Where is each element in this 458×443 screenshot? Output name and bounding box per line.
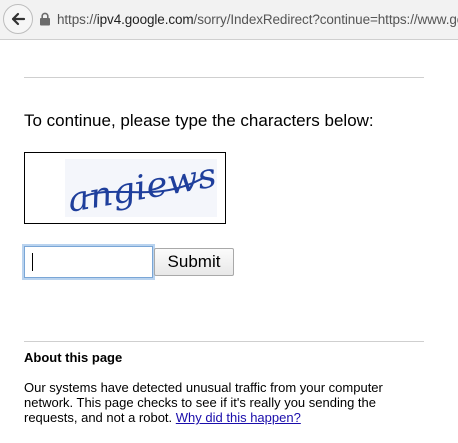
url-path: /sorry/IndexRedirect?continue=https://ww… xyxy=(193,12,458,27)
back-button[interactable] xyxy=(3,4,33,34)
why-did-this-happen-link[interactable]: Why did this happen? xyxy=(176,410,301,425)
about-line-3-text: requests, and not a robot. xyxy=(24,410,176,425)
lock-icon xyxy=(40,12,50,26)
about-text: Our systems have detected unusual traffi… xyxy=(24,380,444,425)
back-arrow-icon xyxy=(11,12,26,26)
url-host: ipv4.google.com xyxy=(96,12,194,27)
url-field[interactable]: https://ipv4.google.com/sorry/IndexRedir… xyxy=(37,8,458,32)
top-divider xyxy=(24,77,424,78)
bottom-divider xyxy=(24,341,424,342)
url-text: https://ipv4.google.com/sorry/IndexRedir… xyxy=(57,12,458,27)
text-caret xyxy=(32,253,33,271)
about-heading: About this page xyxy=(24,350,123,365)
captcha-prompt: To continue, please type the characters … xyxy=(24,111,374,130)
captcha-image: angiews xyxy=(24,152,226,224)
about-line-1: Our systems have detected unusual traffi… xyxy=(24,380,383,395)
url-scheme: https:// xyxy=(57,12,97,27)
about-line-2: network. This page checks to see if it's… xyxy=(24,395,376,410)
captcha-answer-input[interactable] xyxy=(24,246,153,278)
captcha-graphic: angiews xyxy=(65,155,220,220)
submit-button[interactable]: Submit xyxy=(154,248,234,276)
about-line-3: requests, and not a robot. Why did this … xyxy=(24,410,444,425)
browser-address-bar: https://ipv4.google.com/sorry/IndexRedir… xyxy=(0,0,458,40)
